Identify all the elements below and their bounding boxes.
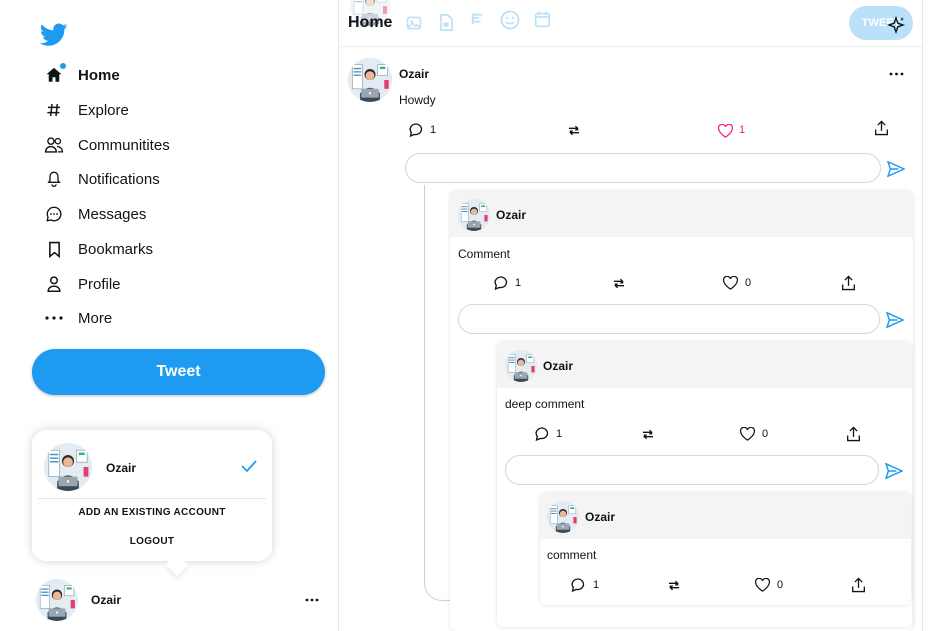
comment-text: comment	[547, 548, 597, 562]
send-icon[interactable]	[887, 161, 905, 177]
sidebar-item-home[interactable]: Home	[44, 60, 120, 90]
notification-dot	[60, 63, 66, 69]
reply-icon[interactable]	[571, 578, 586, 592]
account-name: Ozair	[91, 593, 122, 607]
sidebar-item-notifications[interactable]: Notifications	[44, 164, 160, 194]
twitter-logo-icon[interactable]	[40, 23, 68, 47]
retweet-icon[interactable]	[666, 579, 682, 592]
like-count: 1	[739, 124, 746, 136]
like-count: 0	[762, 428, 769, 440]
share-icon[interactable]	[874, 120, 889, 136]
popover-account-name: Ozair	[106, 461, 137, 475]
checkmark-icon	[241, 459, 257, 473]
sidebar-item-label: Bookmarks	[78, 240, 154, 258]
post-author[interactable]: Ozair	[399, 67, 429, 81]
send-icon[interactable]	[886, 312, 904, 328]
bell-icon	[44, 169, 64, 189]
share-icon[interactable]	[846, 426, 861, 442]
poll-icon[interactable]	[471, 12, 485, 26]
avatar	[36, 579, 78, 621]
people-icon	[44, 135, 64, 155]
gif-icon[interactable]	[439, 14, 453, 31]
reply-count: 1	[515, 277, 522, 289]
person-icon	[44, 274, 64, 294]
send-icon[interactable]	[885, 463, 903, 479]
logout-button[interactable]: LOGOUT	[32, 536, 272, 547]
more-options-icon[interactable]	[305, 598, 319, 602]
sidebar-item-label: Communitites	[78, 136, 170, 154]
sidebar-item-label: Messages	[78, 205, 147, 223]
reply-icon[interactable]	[409, 123, 424, 137]
emoji-icon[interactable]	[500, 10, 520, 30]
page-title: Home	[348, 14, 393, 31]
retweet-icon[interactable]	[566, 124, 582, 137]
tweet-button[interactable]: Tweet	[32, 349, 325, 395]
more-icon	[44, 308, 64, 328]
message-icon	[44, 204, 64, 224]
header-divider	[339, 46, 922, 47]
reply-input[interactable]	[505, 455, 879, 485]
like-icon[interactable]	[740, 427, 755, 441]
avatar[interactable]	[505, 350, 537, 382]
like-icon[interactable]	[718, 124, 733, 138]
image-icon[interactable]	[406, 15, 422, 31]
main-divider	[338, 0, 339, 631]
retweet-icon[interactable]	[611, 277, 627, 290]
avatar[interactable]	[458, 199, 490, 231]
sidebar: Home Explore Communitites Notifications …	[0, 0, 338, 631]
share-icon[interactable]	[841, 275, 856, 291]
account-switcher[interactable]: Ozair	[36, 579, 326, 621]
right-divider	[922, 0, 923, 631]
comment-author[interactable]: Ozair	[543, 359, 573, 373]
reply-input[interactable]	[405, 153, 881, 183]
sparkle-icon[interactable]	[886, 16, 906, 36]
sidebar-item-label: More	[78, 309, 113, 327]
like-icon[interactable]	[723, 276, 738, 290]
sidebar-item-messages[interactable]: Messages	[44, 199, 146, 229]
sidebar-item-label: Explore	[78, 101, 129, 119]
home-icon	[44, 63, 66, 85]
like-count: 0	[777, 579, 784, 591]
reply-count: 1	[556, 428, 563, 440]
comment-text: deep comment	[505, 397, 585, 411]
sidebar-item-label: Profile	[78, 275, 121, 293]
reply-icon[interactable]	[494, 276, 509, 290]
reply-count: 1	[593, 579, 600, 591]
comment-text: Comment	[458, 247, 511, 261]
sidebar-item-label: Home	[78, 66, 120, 84]
retweet-icon[interactable]	[640, 428, 656, 441]
sidebar-item-bookmarks[interactable]: Bookmarks	[44, 234, 153, 264]
sidebar-item-communities[interactable]: Communitites	[44, 130, 170, 160]
like-count: 0	[745, 277, 752, 289]
hashtag-icon	[44, 100, 64, 120]
share-icon[interactable]	[851, 577, 866, 593]
sidebar-item-label: Notifications	[78, 170, 160, 188]
comment-author[interactable]: Ozair	[585, 510, 615, 524]
divider	[38, 498, 266, 499]
reply-icon[interactable]	[535, 427, 550, 441]
sidebar-item-profile[interactable]: Profile	[44, 269, 121, 299]
avatar[interactable]	[348, 58, 392, 102]
sidebar-item-more[interactable]: More	[44, 303, 112, 333]
add-existing-account-button[interactable]: ADD AN EXISTING ACCOUNT	[32, 507, 272, 518]
reply-count: 1	[430, 124, 437, 136]
avatar[interactable]	[547, 501, 579, 533]
bookmark-icon	[44, 239, 64, 259]
more-options-icon[interactable]	[889, 72, 904, 76]
comment-author[interactable]: Ozair	[496, 208, 526, 222]
reply-input[interactable]	[458, 304, 880, 334]
schedule-icon[interactable]	[534, 11, 551, 28]
account-popover: Ozair ADD AN EXISTING ACCOUNT LOGOUT	[32, 430, 272, 577]
like-icon[interactable]	[755, 578, 770, 592]
post-text: Howdy	[399, 93, 436, 107]
avatar	[44, 443, 92, 491]
sidebar-item-explore[interactable]: Explore	[44, 95, 129, 125]
